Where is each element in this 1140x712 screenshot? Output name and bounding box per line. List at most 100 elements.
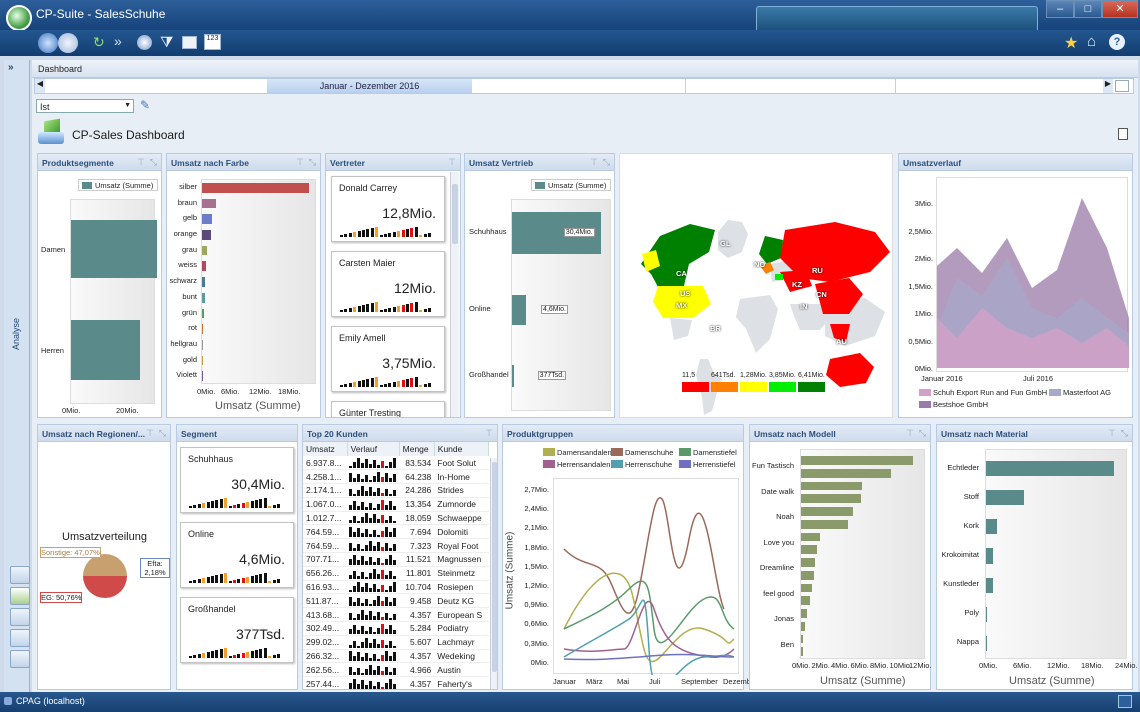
table-row[interactable]: 6.937.8...83.534Foot Solut [303,456,489,470]
bar-bunt[interactable] [202,293,205,303]
table-row[interactable]: 1.012.7...18.059Schwaeppe [303,511,489,525]
bar-Kork[interactable] [986,519,997,534]
bar-grau[interactable] [202,246,207,256]
table-row[interactable]: 302.49...5.284Podiatry [303,622,489,636]
globe-icon[interactable] [137,35,152,50]
table-row[interactable]: 707.71...11.521Magnussen [303,553,489,567]
close-panel-icon[interactable]: ⤡ [150,157,157,168]
table-row[interactable]: 511.87...9.458Deutz KG [303,594,489,608]
period-prev-icon[interactable]: ◀ [35,79,45,93]
bar-braun[interactable] [202,199,216,209]
bar-rot[interactable] [202,324,203,334]
table-row[interactable]: 2.174.1...24.286Strides [303,484,489,498]
calendar-icon[interactable] [1115,80,1129,92]
bar-gelb[interactable] [202,214,212,224]
bar-Nappa[interactable] [986,636,987,651]
edit-pencil-icon[interactable]: ✎ [140,98,150,112]
bar[interactable] [801,622,805,631]
period-slider[interactable]: ◀ Januar - Dezember 2016 ▶ [34,78,1134,94]
bar[interactable] [801,558,815,567]
analyse-tool-icon[interactable] [10,587,30,605]
bar-Kunstleder[interactable] [986,578,993,593]
search-tool-icon[interactable] [10,566,30,584]
bar[interactable] [801,635,803,644]
bar-Violett[interactable] [202,371,203,381]
pin-icon[interactable]: ⊤ [590,157,598,168]
bar-grün[interactable] [202,309,204,319]
bar-orange[interactable] [202,230,211,240]
table-row[interactable]: 266.32...4.357Wedeking [303,649,489,663]
scrollbar[interactable] [490,458,498,690]
pin-icon[interactable]: ⊤ [906,428,914,439]
refresh-icon[interactable]: ↻ [93,34,105,51]
sidebar-analyse-label[interactable]: Analyse [11,318,21,350]
close-button[interactable]: ✕ [1102,0,1138,18]
help-icon[interactable]: ? [1109,34,1125,50]
scenario-select[interactable]: Ist ▼ [36,99,134,113]
minimize-button[interactable]: – [1046,0,1074,18]
pin-icon[interactable]: ⊤ [1108,428,1116,439]
fast-forward-icon[interactable]: » [114,33,122,49]
bar-Echtleder[interactable] [986,461,1114,476]
number-format-icon[interactable]: 123 [204,34,221,50]
bar-weiss[interactable] [202,261,206,271]
table-row[interactable]: 764.59...7.323Royal Foot [303,539,489,553]
bar[interactable] [801,571,814,580]
pin-icon[interactable]: ⊤ [448,157,456,168]
close-panel-icon[interactable]: ⤡ [159,428,166,439]
bar[interactable] [801,482,862,491]
close-panel-icon[interactable]: ⤡ [309,157,316,168]
column-header[interactable]: Verlauf [347,442,399,456]
favorite-star-icon[interactable]: ★ [1064,33,1078,53]
bar[interactable] [801,596,810,605]
segment-card[interactable]: Großhandel377Tsd. [180,597,294,663]
vertreter-card[interactable]: Günter Tresting [331,401,445,418]
maximize-button[interactable]: □ [1074,0,1102,18]
tools-icon[interactable] [10,608,30,626]
export-document-icon[interactable] [1118,128,1128,140]
bar[interactable] [801,469,891,478]
bar-Krokoimitat[interactable] [986,548,993,563]
bar-Poly[interactable] [986,607,987,622]
table-row[interactable]: 4.258.1...64.238In-Home [303,470,489,484]
column-header[interactable]: Menge [399,442,434,456]
bar-silber[interactable] [202,183,309,193]
pin-icon[interactable]: ⊤ [137,157,145,168]
table-row[interactable]: 1.067.0...13.354Zumnorde [303,497,489,511]
column-header[interactable]: Kunde [434,442,488,456]
scrollbar[interactable] [450,172,459,418]
bar[interactable] [801,533,820,542]
pin-icon[interactable]: ⊤ [485,428,493,439]
table-row[interactable]: 764.59...7.694Dolomiti [303,525,489,539]
app-logo-icon[interactable] [6,5,32,31]
table-row[interactable]: 257.44...4.357Faherty's [303,677,489,690]
vertreter-card[interactable]: Donald Carrey12,8Mio. [331,176,445,242]
bar[interactable] [801,494,861,503]
table-icon[interactable] [182,36,197,49]
bar[interactable] [801,545,817,554]
close-panel-icon[interactable]: ⤡ [603,157,610,168]
pin-icon[interactable]: ⊤ [296,157,304,168]
close-panel-icon[interactable]: ⤡ [1121,428,1128,439]
bar-Großhandel[interactable] [512,365,514,387]
pie-chart[interactable] [82,553,128,599]
bar-damen[interactable] [71,220,157,278]
settings-tool-icon[interactable] [10,629,30,647]
bar-Stoff[interactable] [986,490,1024,505]
segment-card[interactable]: Online4,6Mio. [180,522,294,588]
vertreter-card[interactable]: Emily Amell3,75Mio. [331,326,445,392]
bar-herren[interactable] [71,320,140,380]
bar[interactable] [801,584,812,593]
segment-card[interactable]: Schuhhaus30,4Mio. [180,447,294,513]
bar-Online[interactable] [512,295,526,325]
table-row[interactable]: 299.02...5.607Lachmayr [303,635,489,649]
bar[interactable] [801,456,913,465]
table-row[interactable]: 413.68...4.357European S [303,608,489,622]
bar-hellgrau[interactable] [202,340,203,350]
bar[interactable] [801,520,848,529]
bar[interactable] [801,647,803,656]
bar-gold[interactable] [202,356,203,366]
pin-icon[interactable]: ⊤ [146,428,154,439]
layout-toggle-icon[interactable] [1118,695,1132,708]
home-icon[interactable]: ⌂ [1087,33,1096,50]
